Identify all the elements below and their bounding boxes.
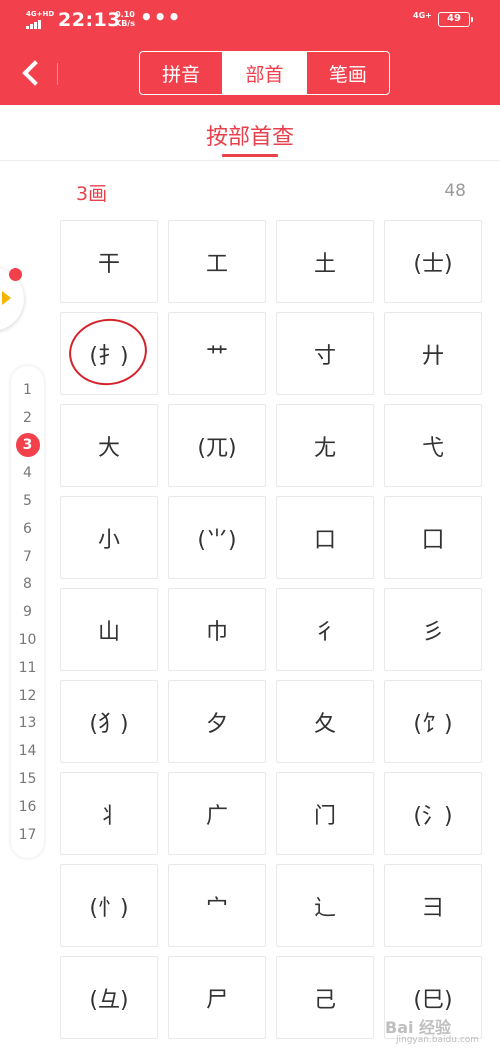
- radical-cell[interactable]: (犭): [60, 680, 158, 763]
- index-item-12[interactable]: 12: [11, 682, 44, 710]
- radical-cell[interactable]: (氵): [384, 772, 482, 855]
- radical-cell[interactable]: 口: [276, 496, 374, 579]
- index-item-label: 13: [18, 715, 37, 732]
- header: 4G+HD 22:13 0.10 KB/s ••• 4G+ 49 拼音 部首 笔…: [0, 0, 500, 105]
- index-item-8[interactable]: 8: [11, 571, 44, 599]
- index-item-13[interactable]: 13: [11, 710, 44, 738]
- watermark-url: jingyan.baidu.com: [396, 1035, 480, 1045]
- radical-cell[interactable]: 辶: [276, 864, 374, 947]
- index-item-14[interactable]: 14: [11, 737, 44, 765]
- page-title: 按部首查: [205, 125, 294, 150]
- index-item-label: 10: [18, 632, 37, 649]
- radical-cell[interactable]: 干: [60, 220, 158, 303]
- chevron-right-icon: [2, 291, 11, 305]
- radical-cell[interactable]: 小: [60, 496, 158, 579]
- subtitle-bar: 按部首查: [0, 105, 500, 161]
- more-notifications-icon: •••: [140, 5, 182, 29]
- network-type-left: 4G+HD: [26, 10, 55, 18]
- radical-cell[interactable]: 土: [276, 220, 374, 303]
- network-type-right: 4G+: [413, 11, 432, 20]
- radical-cell[interactable]: 囗: [384, 496, 482, 579]
- index-item-3[interactable]: 3: [11, 432, 44, 460]
- radical-cell[interactable]: 彡: [384, 588, 482, 671]
- index-item-label: 6: [23, 520, 32, 537]
- index-item-label: 7: [23, 548, 32, 565]
- signal-icon: [26, 19, 48, 29]
- network-speed: 0.10 KB/s: [115, 10, 135, 28]
- index-item-1[interactable]: 1: [11, 376, 44, 404]
- radical-cell[interactable]: 廾: [384, 312, 482, 395]
- tab-stroke[interactable]: 笔画: [305, 52, 389, 94]
- index-item-label: 12: [18, 687, 37, 704]
- index-item-16[interactable]: 16: [11, 793, 44, 821]
- index-item-6[interactable]: 6: [11, 515, 44, 543]
- radical-cell[interactable]: (彑): [60, 956, 158, 1039]
- section-title: 3画: [76, 183, 108, 205]
- radical-cell[interactable]: (忄): [60, 864, 158, 947]
- radical-cell[interactable]: 寸: [276, 312, 374, 395]
- section-count: 48: [444, 181, 466, 201]
- index-item-label: 9: [23, 604, 32, 621]
- index-item-label: 4: [23, 465, 32, 482]
- back-arrow-icon[interactable]: [14, 56, 48, 90]
- status-bar: 4G+HD 22:13 0.10 KB/s ••• 4G+ 49: [0, 0, 500, 40]
- index-item-4[interactable]: 4: [11, 459, 44, 487]
- index-item-7[interactable]: 7: [11, 543, 44, 571]
- radical-cell[interactable]: 彐: [384, 864, 482, 947]
- radical-cell[interactable]: 广: [168, 772, 266, 855]
- index-item-label: 5: [23, 493, 32, 510]
- radical-cell[interactable]: (兀): [168, 404, 266, 487]
- radical-cell[interactable]: 己: [276, 956, 374, 1039]
- radical-cell[interactable]: 门: [276, 772, 374, 855]
- radical-cell[interactable]: 尢: [276, 404, 374, 487]
- index-item-label: 1: [23, 381, 32, 398]
- index-item-label: 3: [15, 433, 40, 458]
- radical-cell[interactable]: 工: [168, 220, 266, 303]
- radical-cell[interactable]: 弋: [384, 404, 482, 487]
- nav-divider: [57, 63, 58, 85]
- index-item-5[interactable]: 5: [11, 487, 44, 515]
- radical-cell[interactable]: 巾: [168, 588, 266, 671]
- index-item-11[interactable]: 11: [11, 654, 44, 682]
- clock: 22:13: [58, 9, 121, 31]
- radical-grid: 干工土 (士) (扌) 艹寸廾大 (兀) 尢弋小 (⺌) 口囗山巾彳彡 (犭) 夕夂 (饣) 丬广门(…: [60, 220, 482, 1039]
- app-screen: 4G+HD 22:13 0.10 KB/s ••• 4G+ 49 拼音 部首 笔…: [0, 0, 500, 1057]
- notification-dot: [9, 268, 22, 281]
- index-item-9[interactable]: 9: [11, 598, 44, 626]
- radical-cell[interactable]: 宀: [168, 864, 266, 947]
- radical-cell[interactable]: 夂: [276, 680, 374, 763]
- index-item-label: 2: [23, 409, 32, 426]
- title-underline: [222, 154, 278, 157]
- tab-radical[interactable]: 部首: [222, 52, 306, 94]
- radical-cell[interactable]: 夕: [168, 680, 266, 763]
- index-item-label: 16: [18, 798, 37, 815]
- lookup-mode-tabs: 拼音 部首 笔画: [139, 51, 390, 95]
- battery-icon: 49: [438, 12, 473, 27]
- radical-cell[interactable]: 彳: [276, 588, 374, 671]
- radical-cell[interactable]: 丬: [60, 772, 158, 855]
- index-item-label: 17: [18, 826, 37, 843]
- radical-cell[interactable]: (士): [384, 220, 482, 303]
- radical-cell[interactable]: 尸: [168, 956, 266, 1039]
- tab-pinyin[interactable]: 拼音: [140, 52, 222, 94]
- radical-cell[interactable]: 艹: [168, 312, 266, 395]
- index-item-10[interactable]: 10: [11, 626, 44, 654]
- index-item-label: 8: [23, 576, 32, 593]
- radical-cell[interactable]: (⺌): [168, 496, 266, 579]
- stroke-count-index: 1 2 3 4 5 6 7 8 9 10 11 12 13 14 15 16 17: [11, 366, 44, 858]
- index-item-17[interactable]: 17: [11, 821, 44, 849]
- index-item-2[interactable]: 2: [11, 404, 44, 432]
- index-item-15[interactable]: 15: [11, 765, 44, 793]
- index-item-label: 14: [18, 743, 37, 760]
- radical-cell[interactable]: 大: [60, 404, 158, 487]
- network-speed-value: 0.10: [115, 10, 135, 19]
- index-item-label: 11: [18, 659, 37, 676]
- radical-cell[interactable]: (饣): [384, 680, 482, 763]
- index-item-label: 15: [18, 771, 37, 788]
- radical-cell[interactable]: (扌): [60, 312, 158, 395]
- radical-cell[interactable]: 山: [60, 588, 158, 671]
- network-speed-unit: KB/s: [115, 19, 135, 28]
